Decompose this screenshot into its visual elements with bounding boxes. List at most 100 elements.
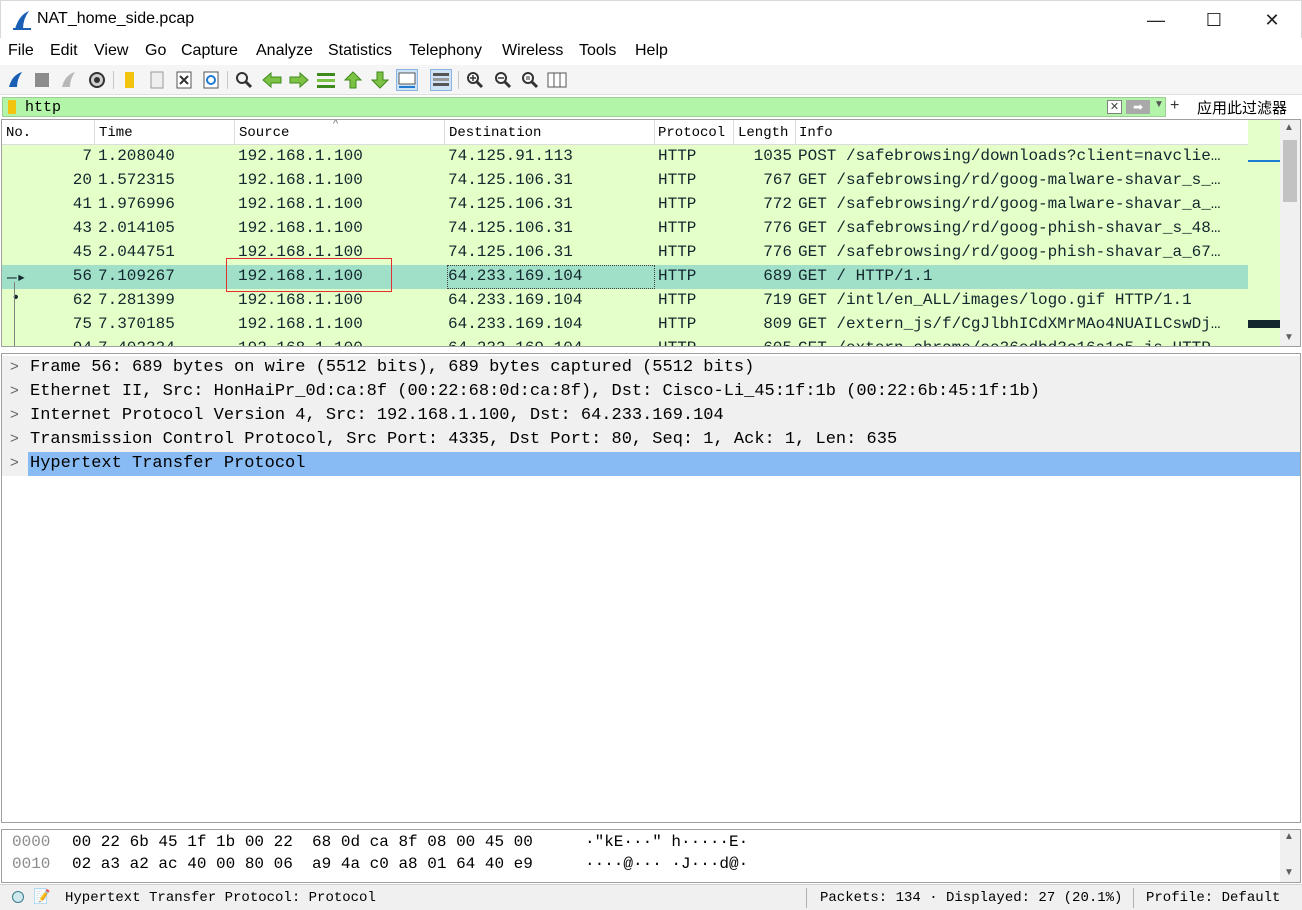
last-packet-icon[interactable] (369, 69, 391, 91)
menu-wireless[interactable]: Wireless (502, 42, 563, 60)
packet-row[interactable]: 45 2.044751 192.168.1.100 74.125.106.31 … (2, 241, 1248, 265)
column-divider[interactable] (94, 120, 95, 145)
maximize-button[interactable]: ☐ (1185, 1, 1243, 39)
column-time[interactable]: Time (99, 125, 133, 141)
bytes-row[interactable]: 0010 02 a3 a2 ac 40 00 80 06 a9 4a c0 a8… (2, 854, 1280, 876)
byte-hex[interactable]: 02 a3 a2 ac 40 00 80 06 a9 4a c0 a8 01 6… (72, 855, 533, 873)
detail-row-ethernet[interactable]: > Ethernet II, Src: HonHaiPr_0d:ca:8f (0… (2, 380, 1300, 404)
resize-columns-icon[interactable] (546, 69, 568, 91)
status-profile[interactable]: Profile: Default (1146, 890, 1280, 906)
menu-analyze[interactable]: Analyze (256, 42, 313, 60)
byte-ascii[interactable]: ····@··· ·J···d@· (585, 855, 748, 873)
first-packet-icon[interactable] (342, 69, 364, 91)
minimize-button[interactable]: — (1127, 1, 1185, 39)
scroll-up-icon[interactable]: ▲ (1284, 122, 1294, 133)
apply-filter-button[interactable]: 应用此过滤器 (1197, 97, 1287, 118)
menu-view[interactable]: View (94, 42, 128, 60)
packet-details-pane[interactable]: > Frame 56: 689 bytes on wire (5512 bits… (1, 353, 1301, 823)
chevron-right-icon[interactable]: > (10, 406, 19, 423)
column-divider[interactable] (444, 120, 445, 145)
cell-info: GET /intl/en_ALL/images/logo.gif HTTP/1.… (798, 291, 1192, 309)
apply-filter-arrow-icon[interactable]: ➡ (1126, 100, 1150, 114)
filter-text[interactable]: http (25, 99, 61, 116)
column-divider[interactable] (795, 120, 796, 145)
byte-hex[interactable]: 00 22 6b 45 1f 1b 00 22 68 0d ca 8f 08 0… (72, 833, 533, 851)
start-capture-icon[interactable] (5, 69, 27, 91)
capture-options-icon[interactable] (86, 69, 108, 91)
packet-row[interactable]: 7 1.208040 192.168.1.100 74.125.91.113 H… (2, 145, 1248, 169)
packet-bytes-pane[interactable]: 0000 00 22 6b 45 1f 1b 00 22 68 0d ca 8f… (1, 829, 1301, 883)
reload-file-icon[interactable] (200, 69, 222, 91)
focused-cell-outline (447, 265, 655, 289)
bytes-row[interactable]: 0000 00 22 6b 45 1f 1b 00 22 68 0d ca 8f… (2, 832, 1280, 854)
menu-help[interactable]: Help (635, 42, 668, 60)
column-destination[interactable]: Destination (449, 125, 541, 141)
zoom-in-icon[interactable] (464, 69, 486, 91)
related-packet-line (14, 282, 15, 346)
packet-row[interactable]: 43 2.014105 192.168.1.100 74.125.106.31 … (2, 217, 1248, 241)
colorize-icon[interactable] (430, 69, 452, 91)
menu-tools[interactable]: Tools (579, 42, 616, 60)
find-packet-icon[interactable] (233, 69, 255, 91)
scroll-down-icon[interactable]: ▼ (1284, 332, 1294, 343)
packet-row[interactable]: • 62 7.281399 192.168.1.100 64.233.169.1… (2, 289, 1248, 313)
packet-row[interactable]: 20 1.572315 192.168.1.100 74.125.106.31 … (2, 169, 1248, 193)
go-forward-icon[interactable] (288, 69, 310, 91)
packet-row[interactable]: 94 7.402334 192.168.1.100 64.233.169.104… (2, 337, 1248, 346)
column-no[interactable]: No. (6, 125, 31, 141)
menu-file[interactable]: File (8, 42, 34, 60)
display-filter-input[interactable]: http ✕ ➡ ▼ (2, 97, 1166, 117)
byte-ascii[interactable]: ·"kE···" h·····E· (585, 833, 748, 851)
scrollbar-thumb[interactable] (1283, 140, 1297, 202)
column-divider[interactable] (733, 120, 734, 145)
go-to-packet-icon[interactable] (315, 69, 337, 91)
autoscroll-icon[interactable] (396, 69, 418, 91)
column-source[interactable]: Source (239, 125, 289, 141)
column-divider[interactable] (654, 120, 655, 145)
detail-row-frame[interactable]: > Frame 56: 689 bytes on wire (5512 bits… (2, 356, 1300, 380)
close-file-icon[interactable] (173, 69, 195, 91)
menu-statistics[interactable]: Statistics (328, 42, 392, 60)
open-file-icon[interactable] (119, 69, 141, 91)
chevron-right-icon[interactable]: > (10, 358, 19, 375)
packet-list[interactable]: No. Time ^ Source Destination Protocol L… (1, 119, 1301, 347)
detail-row-tcp[interactable]: > Transmission Control Protocol, Src Por… (2, 428, 1300, 452)
edit-comment-icon[interactable]: 📝 (33, 888, 50, 905)
restart-capture-icon[interactable] (58, 69, 80, 91)
column-info[interactable]: Info (799, 125, 833, 141)
go-back-icon[interactable] (261, 69, 283, 91)
menu-capture[interactable]: Capture (181, 42, 238, 60)
normal-size-icon[interactable] (519, 69, 541, 91)
clear-filter-icon[interactable]: ✕ (1107, 100, 1122, 114)
zoom-out-icon[interactable] (492, 69, 514, 91)
title-bar: NAT_home_side.pcap — ☐ ✕ (0, 0, 1302, 38)
chevron-right-icon[interactable]: > (10, 382, 19, 399)
cell-length: 776 (763, 243, 792, 261)
column-divider[interactable] (234, 120, 235, 145)
chevron-right-icon[interactable]: > (10, 454, 19, 471)
close-button[interactable]: ✕ (1243, 1, 1301, 39)
expert-info-icon[interactable] (12, 891, 24, 903)
chevron-right-icon[interactable]: > (10, 430, 19, 447)
menu-telephony[interactable]: Telephony (409, 42, 482, 60)
chevron-down-icon[interactable]: ▼ (1154, 99, 1164, 110)
packet-list-scrollbar[interactable]: ▲ ▼ (1280, 120, 1300, 346)
scroll-up-icon[interactable]: ▲ (1284, 831, 1294, 842)
minimap-marker (1248, 320, 1280, 328)
add-filter-button[interactable]: + (1170, 97, 1179, 115)
packet-row[interactable]: 41 1.976996 192.168.1.100 74.125.106.31 … (2, 193, 1248, 217)
packet-row[interactable]: 75 7.370185 192.168.1.100 64.233.169.104… (2, 313, 1248, 337)
menu-edit[interactable]: Edit (50, 42, 78, 60)
bytes-scrollbar[interactable]: ▲ ▼ (1280, 830, 1300, 882)
save-file-icon[interactable] (146, 69, 168, 91)
packet-minimap[interactable] (1248, 120, 1280, 346)
menu-go[interactable]: Go (145, 42, 166, 60)
stop-capture-icon[interactable] (31, 69, 53, 91)
column-protocol[interactable]: Protocol (658, 125, 725, 141)
detail-row-ip[interactable]: > Internet Protocol Version 4, Src: 192.… (2, 404, 1300, 428)
scroll-down-icon[interactable]: ▼ (1284, 867, 1294, 878)
detail-row-http-selected[interactable]: > Hypertext Transfer Protocol (2, 452, 1300, 476)
column-length[interactable]: Length (738, 125, 788, 141)
bookmark-icon[interactable] (8, 100, 16, 114)
display-filter-bar: http ✕ ➡ ▼ (0, 95, 1302, 118)
